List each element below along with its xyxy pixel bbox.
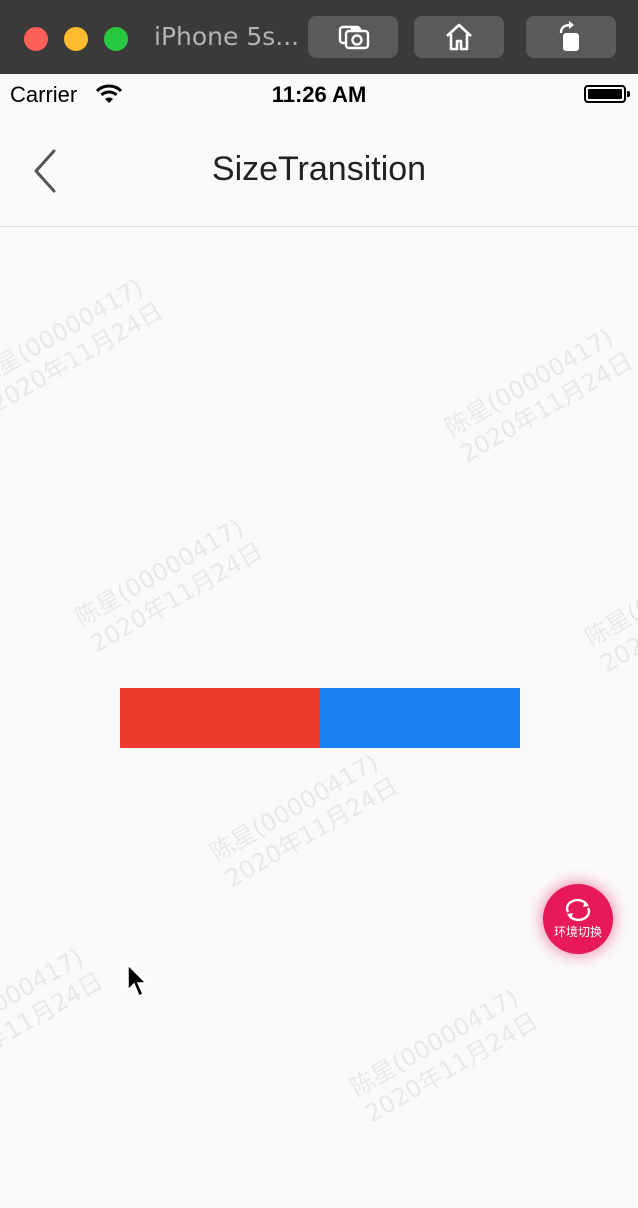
environment-switch-label: 环境切换 <box>553 925 602 939</box>
watermark: 陈星(00000417) 2020年11月24日 <box>440 323 638 469</box>
screenshot-button[interactable] <box>308 16 398 58</box>
content-area: 陈星(00000417) 2020年11月24日 陈星(00000417) 2020… <box>0 227 638 1208</box>
close-window-button[interactable] <box>24 27 48 51</box>
page-title: SizeTransition <box>211 150 427 188</box>
watermark: 陈星(00000417) 2020年11月24日 <box>0 273 168 419</box>
blue-bar <box>320 688 520 748</box>
zoom-window-button[interactable] <box>104 27 128 51</box>
simulator-titlebar: iPhone 5s... <box>0 0 638 74</box>
watermark: 陈星(00000417) 2020年11月24日 <box>0 943 108 1089</box>
status-time: 11:26 AM <box>271 82 367 107</box>
battery-tip <box>627 91 630 97</box>
home-icon <box>446 23 472 51</box>
camera-icon <box>338 25 370 50</box>
red-bar <box>120 688 320 748</box>
watermark: 陈星(00000417) 2020年11月24日 <box>205 748 403 894</box>
watermark: 陈星(00000417) 2020年11月24日 <box>345 983 543 1129</box>
rotate-icon <box>559 21 579 51</box>
battery-icon <box>584 85 626 103</box>
window-title: iPhone 5s... <box>154 22 300 51</box>
environment-switch-button[interactable]: 环境切换 <box>543 884 613 954</box>
home-button[interactable] <box>414 16 504 58</box>
minimize-window-button[interactable] <box>64 27 88 51</box>
watermark: 陈星(00000417) 2020年11月24日 <box>70 513 268 659</box>
refresh-icon <box>565 898 591 922</box>
rotate-button[interactable] <box>526 16 616 58</box>
watermark: 陈星(00000417) 2020年11月24日 <box>580 533 638 679</box>
navigation-bar: SizeTransition <box>0 116 638 227</box>
mouse-cursor-icon <box>127 964 148 998</box>
status-bar: Carrier 11:26 AM <box>0 74 638 116</box>
